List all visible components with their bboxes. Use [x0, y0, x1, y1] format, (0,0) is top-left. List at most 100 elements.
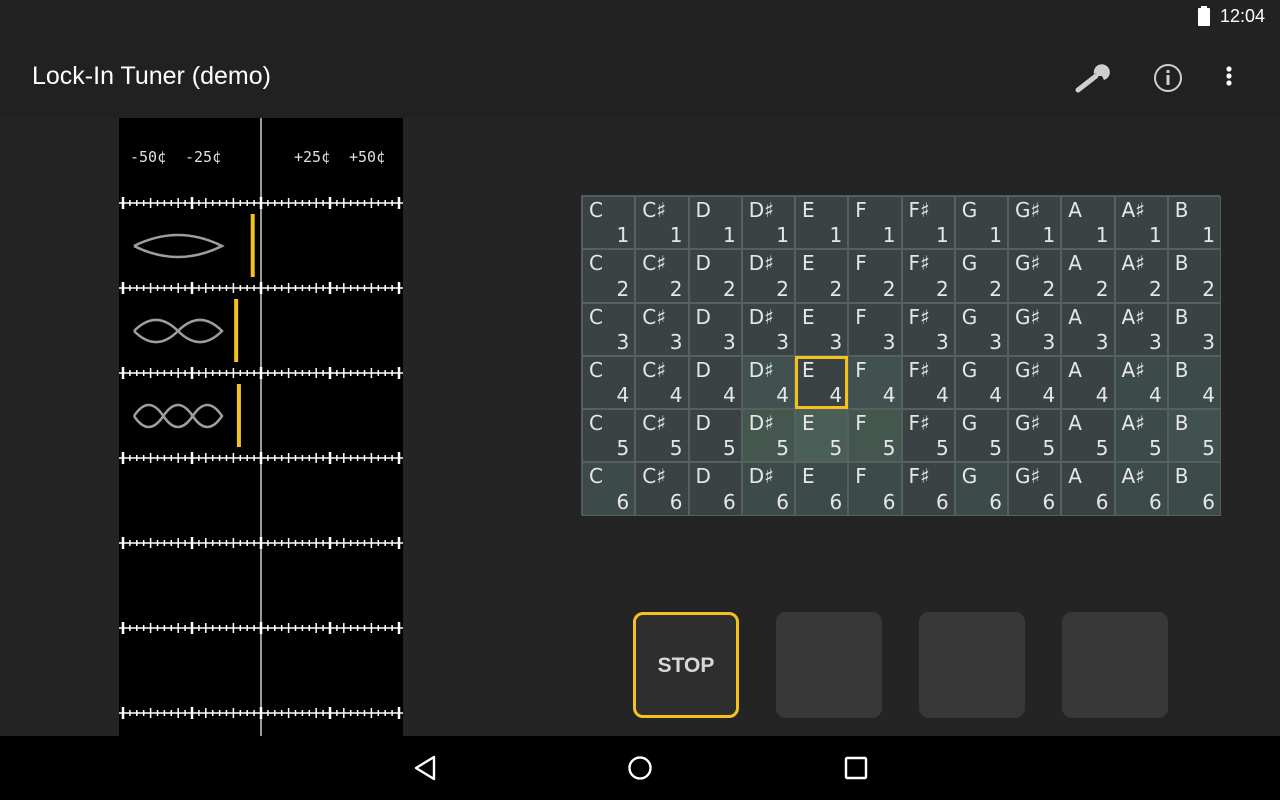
note-cell[interactable]: B6 — [1167, 462, 1221, 516]
note-cell[interactable]: C♯ 4 — [635, 355, 689, 410]
stop-button[interactable]: STOP — [633, 612, 739, 718]
note-cell[interactable]: G♯ 6 — [1008, 462, 1062, 516]
note-cell[interactable]: F♯ 3 — [901, 302, 955, 356]
note-cell[interactable]: D♯ 1 — [741, 196, 795, 250]
note-cell[interactable]: F4 — [848, 355, 902, 410]
note-cell[interactable]: A6 — [1061, 462, 1115, 516]
note-cell[interactable]: A♯ 4 — [1114, 355, 1168, 410]
note-cell[interactable]: D♯ 5 — [741, 409, 795, 463]
note-octave: 3 — [776, 329, 789, 354]
note-cell[interactable]: A4 — [1061, 355, 1115, 410]
info-icon[interactable] — [1144, 54, 1192, 102]
note-octave: 1 — [1149, 223, 1162, 248]
status-time: 12:04 — [1220, 6, 1266, 26]
note-cell[interactable]: F6 — [848, 462, 902, 516]
note-cell[interactable]: G5 — [954, 409, 1008, 463]
note-cell[interactable]: F♯ 4 — [901, 355, 955, 410]
note-cell[interactable]: C♯ 2 — [635, 249, 689, 303]
note-name: G — [961, 357, 978, 382]
note-cell[interactable]: G6 — [954, 462, 1008, 516]
note-cell[interactable]: C4 — [582, 355, 636, 410]
note-cell[interactable]: D♯ 2 — [741, 249, 795, 303]
note-cell[interactable]: E3 — [795, 302, 849, 356]
overflow-menu-icon[interactable] — [1205, 54, 1253, 102]
note-cell[interactable]: F5 — [848, 409, 902, 463]
note-cell[interactable]: F3 — [848, 302, 902, 356]
pad-button-4[interactable] — [1062, 612, 1168, 718]
note-cell[interactable]: B2 — [1167, 249, 1221, 303]
note-cell[interactable]: B5 — [1167, 409, 1221, 463]
note-cell[interactable]: E2 — [795, 249, 849, 303]
home-icon[interactable] — [620, 748, 660, 788]
pad-button-2[interactable] — [776, 612, 882, 718]
note-cell[interactable]: B1 — [1167, 196, 1221, 250]
note-cell[interactable]: G1 — [954, 196, 1008, 250]
note-octave: 5 — [936, 436, 949, 461]
note-name: C — [589, 464, 603, 489]
note-cell[interactable]: A♯ 6 — [1114, 462, 1168, 516]
note-name: A♯ — [1121, 411, 1145, 436]
note-cell[interactable]: C3 — [582, 302, 636, 356]
note-cell[interactable]: D2 — [688, 249, 742, 303]
note-cell[interactable]: A2 — [1061, 249, 1115, 303]
note-octave: 3 — [1042, 329, 1056, 354]
note-cell[interactable]: A♯ 1 — [1114, 196, 1168, 250]
note-cell[interactable]: D4 — [688, 355, 742, 410]
note-cell[interactable]: F2 — [848, 249, 902, 303]
note-cell[interactable]: D1 — [688, 196, 742, 250]
note-cell[interactable]: C♯ 3 — [635, 302, 689, 356]
note-cell[interactable]: F♯ 1 — [901, 196, 955, 250]
pitch-offset-bar — [250, 214, 255, 277]
note-cell[interactable]: E6 — [795, 462, 849, 516]
note-cell[interactable]: G♯ 3 — [1008, 302, 1062, 356]
note-cell[interactable]: G♯ 5 — [1008, 409, 1062, 463]
note-cell[interactable]: F1 — [848, 196, 902, 250]
note-cell[interactable]: D3 — [688, 302, 742, 356]
note-cell[interactable]: F♯ 6 — [901, 462, 955, 516]
note-cell[interactable]: D♯ 3 — [741, 302, 795, 356]
note-cell[interactable]: C♯ 6 — [635, 462, 689, 516]
wrench-icon[interactable] — [1069, 54, 1117, 102]
note-cell[interactable]: A♯ 5 — [1114, 409, 1168, 463]
pad-button-3[interactable] — [919, 612, 1025, 718]
note-cell[interactable]: G♯ 4 — [1008, 355, 1062, 410]
note-cell-selected[interactable]: E4 — [795, 355, 849, 410]
note-cell[interactable]: D♯ 6 — [741, 462, 795, 516]
note-cell[interactable]: B4 — [1167, 355, 1221, 410]
note-cell[interactable]: A♯ 2 — [1114, 249, 1168, 303]
note-cell[interactable]: C5 — [582, 409, 636, 463]
note-cell[interactable]: F♯ 5 — [901, 409, 955, 463]
note-cell[interactable]: C6 — [582, 462, 636, 516]
note-cell[interactable]: A1 — [1061, 196, 1115, 250]
note-cell[interactable]: F♯ 2 — [901, 249, 955, 303]
tick-scale — [119, 197, 403, 209]
note-cell[interactable]: B3 — [1167, 302, 1221, 356]
note-octave: 4 — [1202, 383, 1215, 408]
note-cell[interactable]: A3 — [1061, 302, 1115, 356]
note-octave: 6 — [616, 489, 630, 514]
waveform-icon — [133, 318, 224, 344]
note-cell[interactable]: D♯ 4 — [741, 355, 795, 410]
note-cell[interactable]: G4 — [954, 355, 1008, 410]
note-cell[interactable]: C♯ 5 — [635, 409, 689, 463]
note-cell[interactable]: A5 — [1061, 409, 1115, 463]
note-cell[interactable]: G2 — [954, 249, 1008, 303]
note-cell[interactable]: D6 — [688, 462, 742, 516]
note-cell[interactable]: C2 — [582, 249, 636, 303]
note-cell[interactable]: C♯ 1 — [635, 196, 689, 250]
note-cell[interactable]: E1 — [795, 196, 849, 250]
note-cell[interactable]: E5 — [795, 409, 849, 463]
recents-icon[interactable] — [836, 748, 876, 788]
note-octave: 5 — [776, 436, 789, 461]
note-name: F♯ — [908, 357, 930, 382]
note-name: D — [695, 251, 711, 276]
note-cell[interactable]: G♯ 2 — [1008, 249, 1062, 303]
note-cell[interactable]: A♯ 3 — [1114, 302, 1168, 356]
note-cell[interactable]: G♯ 1 — [1008, 196, 1062, 250]
note-name: A♯ — [1121, 251, 1145, 276]
note-cell[interactable]: D5 — [688, 409, 742, 463]
back-icon[interactable] — [405, 748, 445, 788]
note-octave: 1 — [776, 223, 789, 248]
note-cell[interactable]: C1 — [582, 196, 636, 250]
note-cell[interactable]: G3 — [954, 302, 1008, 356]
